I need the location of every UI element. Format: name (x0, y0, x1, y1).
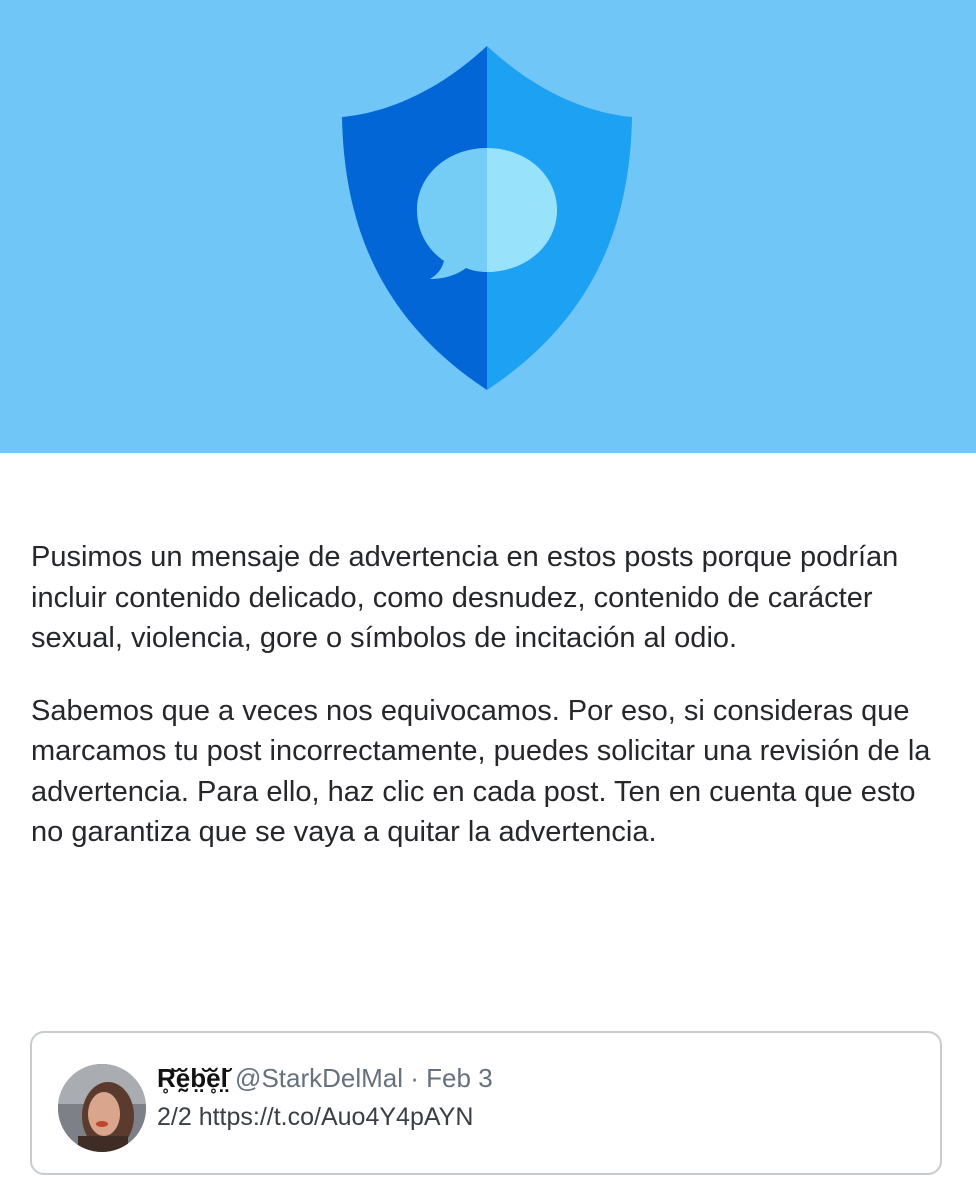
post-text[interactable]: 2/2 https://t.co/Auo4Y4pAYN (157, 1100, 473, 1134)
post-date[interactable]: Feb 3 (426, 1063, 493, 1093)
embedded-post-card[interactable]: R̥̆ḛ̆b̤̆ĕ̥l̤̆ @StarkDelMal · Feb 3 2/2 h… (30, 1031, 942, 1175)
post-header: R̥̆ḛ̆b̤̆ĕ̥l̤̆ @StarkDelMal · Feb 3 (157, 1061, 493, 1095)
warning-notice: Pusimos un mensaje de advertencia en est… (31, 537, 951, 853)
shield-speech-bubble-icon (342, 46, 632, 390)
author-handle[interactable]: @StarkDelMal (235, 1063, 403, 1093)
hero-banner (0, 0, 976, 453)
avatar[interactable] (58, 1064, 146, 1152)
author-name[interactable]: R̥̆ḛ̆b̤̆ĕ̥l̤̆ (157, 1063, 228, 1093)
notice-paragraph-1: Pusimos un mensaje de advertencia en est… (31, 541, 899, 654)
separator-dot: · (410, 1063, 419, 1093)
avatar-image (58, 1064, 146, 1152)
notice-paragraph-2: Sabemos que a veces nos equivocamos. Por… (31, 694, 931, 849)
